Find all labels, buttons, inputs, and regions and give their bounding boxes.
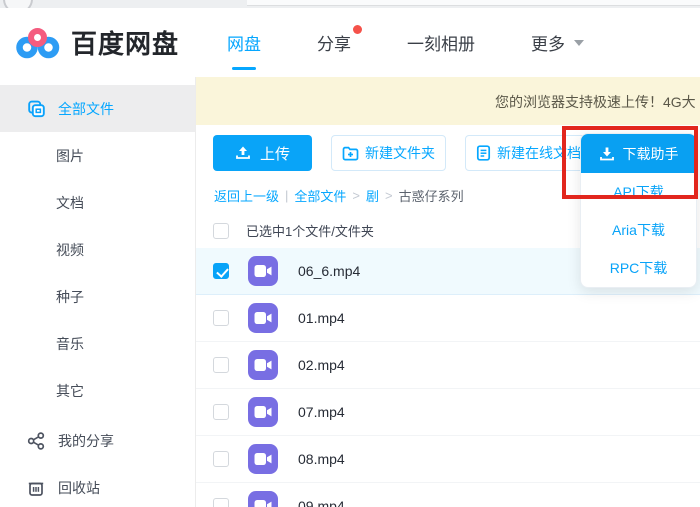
- sidebar-item-label: 种子: [56, 287, 84, 307]
- sidebar-item-docs[interactable]: 文档: [0, 179, 195, 226]
- sidebar-item-others[interactable]: 其它: [0, 367, 195, 414]
- breadcrumb-back-link[interactable]: 返回上一级: [214, 186, 279, 205]
- new-folder-button-label: 新建文件夹: [365, 143, 435, 163]
- download-helper-button[interactable]: 下载助手: [581, 134, 696, 173]
- sidebar-item-videos[interactable]: 视频: [0, 226, 195, 273]
- document-icon: [476, 145, 491, 161]
- sidebar-item-label: 文档: [56, 193, 84, 213]
- trash-icon: [26, 478, 46, 498]
- nav-tab-label: 分享: [317, 30, 351, 55]
- sidebar-item-label: 图片: [56, 146, 84, 166]
- sidebar-item-all-files[interactable]: 全部文件: [0, 85, 195, 132]
- file-row[interactable]: 09.mp4: [196, 483, 700, 507]
- nav-tab-label: 一刻相册: [407, 30, 475, 55]
- chevron-down-icon: [574, 40, 584, 46]
- upload-button[interactable]: 上传: [213, 135, 312, 171]
- upload-button-label: 上传: [260, 143, 290, 164]
- video-file-icon: [248, 350, 278, 380]
- upload-icon: [235, 145, 251, 161]
- menu-item-api-download[interactable]: API下载: [581, 173, 696, 211]
- app-header: 百度网盘 网盘 分享 一刻相册 更多: [0, 8, 700, 77]
- breadcrumb-link-all-files[interactable]: 全部文件: [294, 186, 346, 205]
- sidebar-item-music[interactable]: 音乐: [0, 320, 195, 367]
- row-checkbox[interactable]: [213, 357, 229, 373]
- sidebar-item-label: 回收站: [58, 478, 100, 498]
- baidu-netdisk-logo[interactable]: 百度网盘: [16, 24, 179, 61]
- nav-tab-label: 网盘: [227, 30, 261, 55]
- folder-plus-icon: [342, 146, 359, 161]
- baidu-netdisk-page: 百度网盘 网盘 分享 一刻相册 更多: [0, 0, 700, 507]
- row-checkbox[interactable]: [213, 404, 229, 420]
- sidebar-item-label: 视频: [56, 240, 84, 260]
- new-online-doc-button[interactable]: 新建在线文档: [465, 135, 592, 171]
- nav-tab-album[interactable]: 一刻相册: [379, 8, 503, 77]
- sidebar-item-label: 全部文件: [58, 99, 114, 119]
- row-checkbox[interactable]: [213, 451, 229, 467]
- toolbar: 上传 新建文件夹 新建在线文档: [213, 135, 592, 171]
- breadcrumb-gt-separator: >: [385, 188, 393, 203]
- sidebar-item-label: 我的分享: [58, 431, 114, 451]
- download-helper-dropdown: 下载助手 API下载 Aria下载 RPC下载: [580, 133, 697, 288]
- share-icon: [26, 431, 46, 451]
- new-folder-button[interactable]: 新建文件夹: [331, 135, 446, 171]
- menu-item-aria-download[interactable]: Aria下载: [581, 211, 696, 249]
- browser-toolbar-segment: [247, 0, 700, 6]
- download-helper-button-label: 下载助手: [623, 144, 679, 164]
- selection-bar: 已选中1个文件/文件夹: [213, 221, 374, 240]
- sidebar-item-label: 其它: [56, 381, 84, 401]
- red-dot-badge: [353, 25, 362, 34]
- file-row[interactable]: 02.mp4: [196, 342, 700, 389]
- breadcrumb-current-folder: 古惑仔系列: [399, 186, 464, 205]
- breadcrumb-pipe-separator: |: [285, 188, 288, 203]
- sidebar-item-label: 音乐: [56, 334, 84, 354]
- file-name[interactable]: 08.mp4: [298, 451, 345, 467]
- file-name[interactable]: 06_6.mp4: [298, 263, 360, 279]
- nav-tab-share[interactable]: 分享: [289, 8, 379, 77]
- breadcrumb-gt-separator: >: [352, 188, 360, 203]
- video-file-icon: [248, 444, 278, 474]
- notice-banner: 您的浏览器支持极速上传！4G大: [196, 77, 700, 125]
- row-checkbox[interactable]: [213, 498, 229, 507]
- top-nav: 网盘 分享 一刻相册 更多: [199, 8, 612, 77]
- menu-item-rpc-download[interactable]: RPC下载: [581, 249, 696, 287]
- sidebar: 全部文件 图片 文档 视频 种子 音乐 其它 我的分享: [0, 77, 196, 507]
- video-file-icon: [248, 491, 278, 507]
- breadcrumb: 返回上一级 | 全部文件 > 剧 > 古惑仔系列: [214, 186, 464, 205]
- sidebar-item-recycle-bin[interactable]: 回收站: [0, 464, 195, 507]
- sidebar-item-my-shares[interactable]: 我的分享: [0, 417, 195, 464]
- sidebar-item-torrents[interactable]: 种子: [0, 273, 195, 320]
- file-row[interactable]: 08.mp4: [196, 436, 700, 483]
- files-icon: [26, 99, 46, 119]
- nav-tab-label: 更多: [531, 30, 565, 55]
- cloud-logo-icon: [16, 25, 62, 61]
- logo-text: 百度网盘: [71, 24, 179, 61]
- row-checkbox[interactable]: [213, 310, 229, 326]
- row-checkbox[interactable]: [213, 263, 229, 279]
- notice-banner-text: 您的浏览器支持极速上传！4G大: [495, 92, 696, 112]
- video-file-icon: [248, 303, 278, 333]
- file-name[interactable]: 01.mp4: [298, 310, 345, 326]
- video-file-icon: [248, 256, 278, 286]
- select-all-checkbox[interactable]: [213, 223, 229, 239]
- nav-tab-netdisk[interactable]: 网盘: [199, 8, 289, 77]
- file-name[interactable]: 09.mp4: [298, 498, 345, 507]
- video-file-icon: [248, 397, 278, 427]
- nav-tab-more[interactable]: 更多: [503, 8, 612, 77]
- breadcrumb-link-drama[interactable]: 剧: [366, 186, 379, 205]
- sidebar-item-images[interactable]: 图片: [0, 132, 195, 179]
- file-name[interactable]: 02.mp4: [298, 357, 345, 373]
- file-row[interactable]: 01.mp4: [196, 295, 700, 342]
- file-name[interactable]: 07.mp4: [298, 404, 345, 420]
- file-row[interactable]: 07.mp4: [196, 389, 700, 436]
- new-online-doc-button-label: 新建在线文档: [497, 143, 581, 163]
- selection-count-text: 已选中1个文件/文件夹: [246, 221, 374, 240]
- download-icon: [599, 146, 615, 162]
